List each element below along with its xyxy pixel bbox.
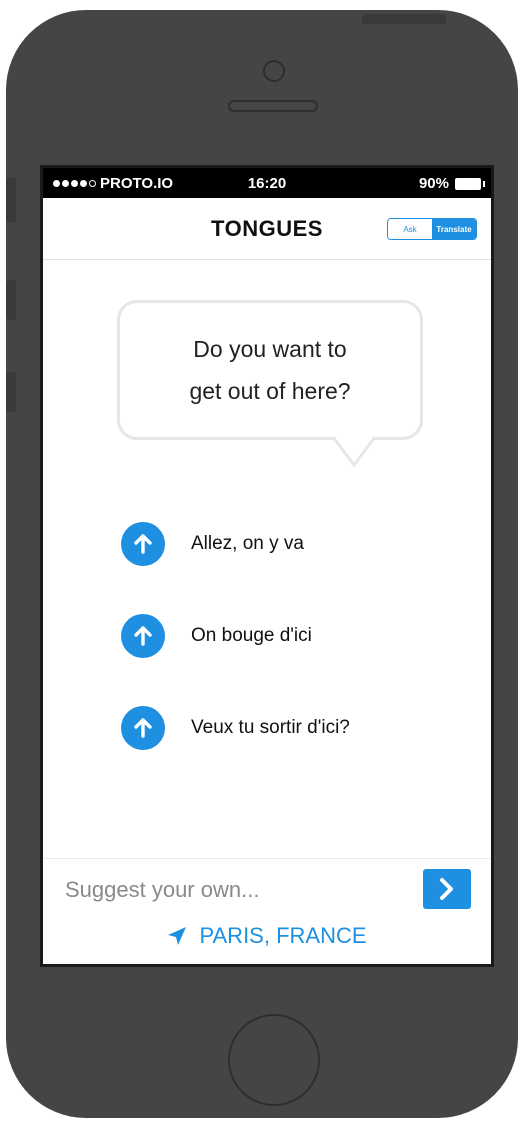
option-text: Veux tu sortir d'ici?: [191, 717, 350, 738]
front-camera: [263, 60, 285, 82]
power-button: [362, 14, 446, 24]
battery-info: 90%: [418, 175, 485, 192]
prompt-line-1: Do you want to: [193, 336, 347, 362]
option-text: Allez, on y va: [191, 533, 304, 554]
location-link[interactable]: PARIS, FRANCE: [43, 923, 491, 949]
home-button[interactable]: [228, 1014, 320, 1106]
nav-bar: TONGUES Ask Translate: [43, 198, 491, 260]
mode-segmented-control: Ask Translate: [387, 218, 477, 240]
arrow-up-icon[interactable]: [121, 522, 165, 566]
submit-button[interactable]: [423, 869, 471, 909]
earpiece-speaker: [228, 100, 318, 112]
chevron-right-icon: [440, 878, 453, 900]
battery-icon: [455, 177, 485, 190]
prompt-bubble: Do you want to get out of here?: [117, 300, 423, 470]
arrow-up-icon[interactable]: [121, 706, 165, 750]
mute-switch: [6, 178, 16, 222]
volume-up-button: [6, 280, 16, 320]
option-text: On bouge d'ici: [191, 625, 312, 646]
status-bar: PROTO.IO 16:20 90%: [43, 168, 491, 198]
option-item-3[interactable]: Veux tu sortir d'ici?: [121, 704, 350, 752]
bubble-tail: [331, 434, 377, 468]
suggest-input[interactable]: [65, 873, 365, 907]
segment-translate[interactable]: Translate: [432, 219, 476, 239]
location-arrow-icon: [167, 926, 187, 946]
option-item-2[interactable]: On bouge d'ici: [121, 612, 312, 660]
location-text: PARIS, FRANCE: [199, 923, 367, 948]
prompt-line-2: get out of here?: [189, 378, 351, 404]
prompt-text: Do you want to get out of here?: [117, 300, 423, 440]
bottom-bar: PARIS, FRANCE: [43, 858, 491, 964]
app-screen: PROTO.IO 16:20 90% TONGUES Ask Translate…: [40, 165, 494, 967]
option-item-1[interactable]: Allez, on y va: [121, 520, 304, 568]
segment-ask[interactable]: Ask: [388, 219, 432, 239]
volume-down-button: [6, 372, 16, 412]
arrow-up-icon[interactable]: [121, 614, 165, 658]
battery-percent: 90%: [418, 175, 449, 192]
